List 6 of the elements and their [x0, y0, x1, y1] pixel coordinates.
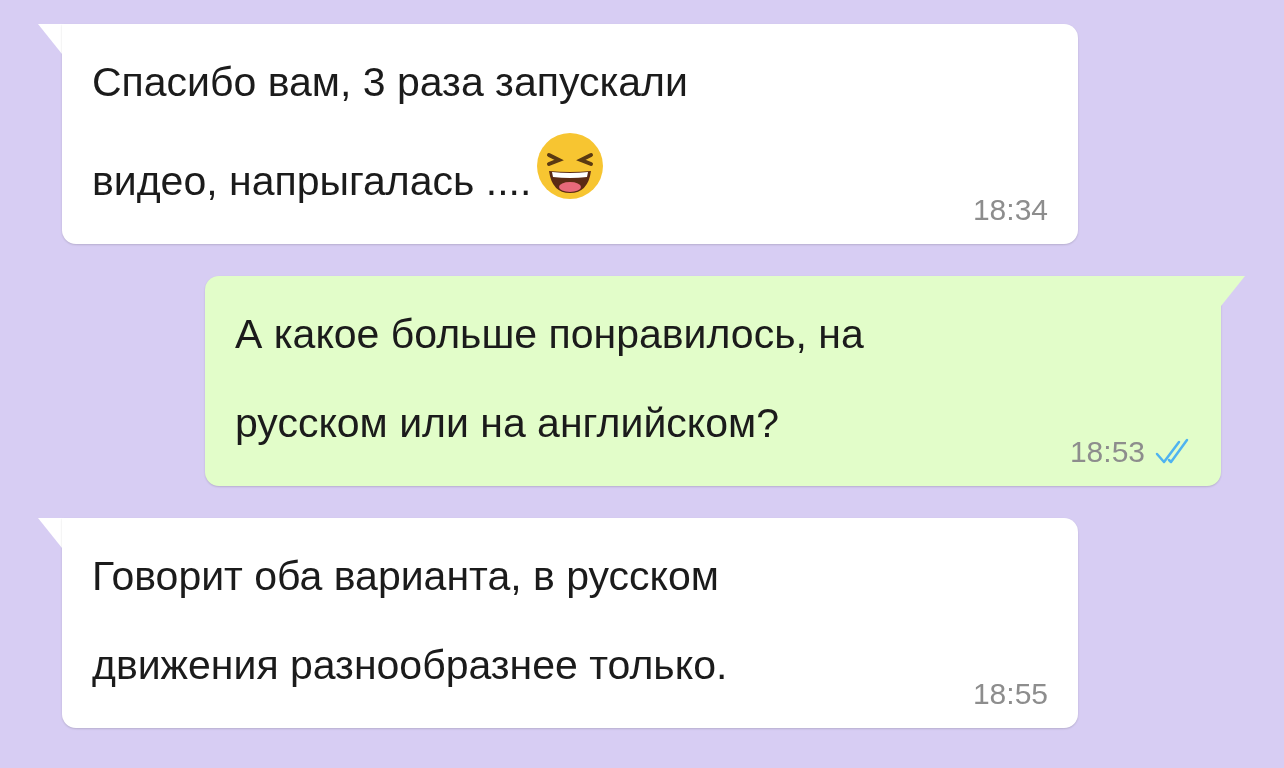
message-text: А какое больше понравилось, на русском или на английском? — [235, 311, 864, 446]
message-time: 18:34 — [972, 192, 1048, 228]
message-text: Говорит оба варианта, в русском движения разнообразнее только. — [92, 553, 728, 688]
message-text: Спасибо вам, 3 раза запускали видео, напрыгалась .... — [92, 59, 688, 204]
message-time: 18:55 — [972, 676, 1048, 712]
message-time: 18:53 — [1069, 434, 1145, 470]
